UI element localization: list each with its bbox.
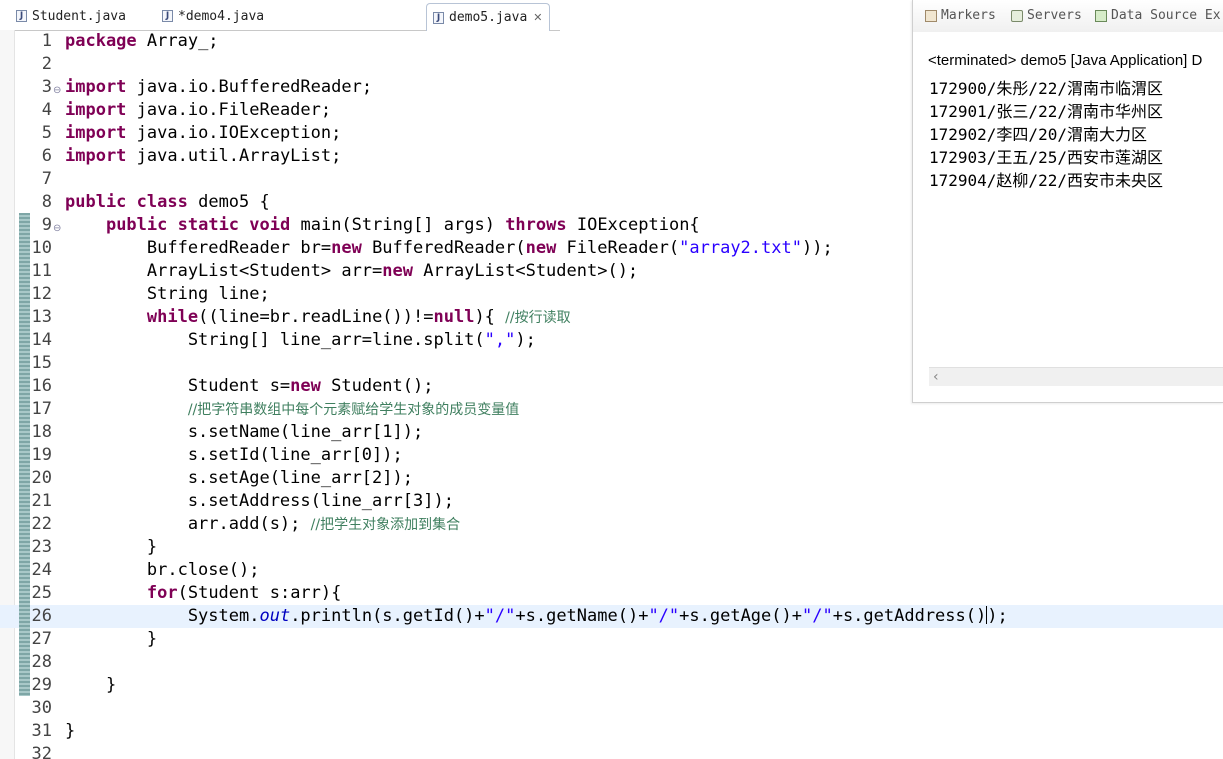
line-number: 6 xyxy=(41,146,52,166)
console-horizontal-scrollbar[interactable]: ‹ xyxy=(929,367,1223,386)
java-file-icon: J xyxy=(433,11,444,24)
tab-label: Student.java xyxy=(32,8,126,24)
code-line[interactable]: 18 s.setName(line_arr[1]); xyxy=(0,421,1223,444)
code-text: br.close(); xyxy=(65,560,260,580)
tab-label: Markers xyxy=(941,8,996,23)
line-number: 32 xyxy=(31,744,52,759)
console-output-line: 172903/王五/25/西安市莲湖区 xyxy=(929,148,1163,167)
code-text: s.setAddress(line_arr[3]); xyxy=(65,491,454,511)
tab-markers[interactable]: Markers xyxy=(925,8,996,23)
code-text: import java.io.BufferedReader; xyxy=(65,77,373,97)
code-line[interactable]: 25 for(Student s:arr){ xyxy=(0,582,1223,605)
code-text: System.out.println(s.getId()+"/"+s.getNa… xyxy=(65,606,1008,626)
code-text: s.setAge(line_arr[2]); xyxy=(65,468,413,488)
servers-icon xyxy=(1011,9,1023,22)
code-line[interactable]: 22 arr.add(s); //把学生对象添加到集合 xyxy=(0,513,1223,536)
tab-servers[interactable]: Servers xyxy=(1011,8,1082,23)
data-source-icon xyxy=(1095,9,1107,22)
code-line[interactable]: 26 System.out.println(s.getId()+"/"+s.ge… xyxy=(0,605,1223,628)
code-text: public class demo5 { xyxy=(65,192,270,212)
code-line[interactable]: 29 } xyxy=(0,674,1223,697)
code-text: String[] line_arr=line.split(","); xyxy=(65,330,536,350)
code-text: import java.io.IOException; xyxy=(65,123,342,143)
line-number: 7 xyxy=(41,169,52,189)
tab-data-source-explorer[interactable]: Data Source Ex xyxy=(1095,8,1221,23)
code-text: BufferedReader br=new BufferedReader(new… xyxy=(65,238,833,258)
console-output-line: 172904/赵柳/22/西安市未央区 xyxy=(929,171,1163,190)
console-output-line: 172900/朱彤/22/渭南市临渭区 xyxy=(929,79,1163,98)
code-text: public static void main(String[] args) t… xyxy=(105,215,700,235)
code-line[interactable]: 23 } xyxy=(0,536,1223,559)
code-line[interactable]: 30 xyxy=(0,697,1223,720)
tab-label: *demo4.java xyxy=(178,8,265,24)
code-line[interactable]: 32 xyxy=(0,743,1223,759)
code-text: } xyxy=(65,721,76,741)
change-marker-bar xyxy=(19,213,30,696)
code-line[interactable]: 28 xyxy=(0,651,1223,674)
tab-label: Servers xyxy=(1027,8,1082,23)
code-text: arr.add(s); //把学生对象添加到集合 xyxy=(65,514,461,534)
line-number: 2 xyxy=(41,54,52,74)
code-text: s.setId(line_arr[0]); xyxy=(65,445,403,465)
code-text: import java.io.FileReader; xyxy=(65,100,332,120)
line-number: 1 xyxy=(41,31,52,51)
code-line[interactable]: 19 s.setId(line_arr[0]); xyxy=(0,444,1223,467)
scroll-left-arrow-icon[interactable]: ‹ xyxy=(933,368,939,386)
line-number: 31 xyxy=(31,721,52,741)
code-line[interactable]: 27 } xyxy=(0,628,1223,651)
code-text: } xyxy=(65,629,158,649)
code-line[interactable]: 24 br.close(); xyxy=(0,559,1223,582)
markers-icon xyxy=(925,9,937,22)
java-file-icon: J xyxy=(162,10,173,22)
editor-tab-bar: J Student.java J *demo4.java J demo5.jav… xyxy=(0,0,560,31)
code-text: ArrayList<Student> arr=new ArrayList<Stu… xyxy=(65,261,639,281)
line-number: 3 xyxy=(41,77,52,97)
code-line[interactable]: 21 s.setAddress(line_arr[3]); xyxy=(0,490,1223,513)
text-caret xyxy=(986,606,988,624)
code-text: } xyxy=(65,675,117,695)
console-output-line: 172901/张三/22/渭南市华州区 xyxy=(929,102,1163,121)
console-panel: Markers Servers Data Source Ex <terminat… xyxy=(912,0,1223,403)
code-text: } xyxy=(65,537,158,557)
code-line[interactable]: 31} xyxy=(0,720,1223,743)
close-tab-icon[interactable]: ✕ xyxy=(533,11,542,24)
tab-label: Data Source Ex xyxy=(1111,8,1221,23)
code-text: Student s=new Student(); xyxy=(65,376,434,396)
code-text: package Array_; xyxy=(65,31,219,51)
tab-demo4-java[interactable]: J *demo4.java xyxy=(162,4,264,28)
console-tab-bar: Markers Servers Data Source Ex xyxy=(913,0,1223,32)
line-number: 4 xyxy=(41,100,52,120)
code-text: while((line=br.readLine())!=null){ //按行读… xyxy=(146,307,571,327)
java-file-icon: J xyxy=(16,10,27,22)
code-text: import java.util.ArrayList; xyxy=(65,146,342,166)
console-output-line: 172902/李四/20/渭南大力区 xyxy=(929,125,1147,144)
line-number: 5 xyxy=(41,123,52,143)
tab-label: demo5.java xyxy=(449,10,528,25)
tab-student-java[interactable]: J Student.java xyxy=(16,4,126,28)
line-number: 30 xyxy=(31,698,52,718)
code-text: for(Student s:arr){ xyxy=(146,583,342,603)
line-number: 8 xyxy=(41,192,52,212)
tab-demo5-java[interactable]: J demo5.java ✕ xyxy=(426,3,550,31)
console-status: <terminated> demo5 [Java Application] D xyxy=(928,52,1203,69)
code-text: s.setName(line_arr[1]); xyxy=(65,422,424,442)
code-line[interactable]: 20 s.setAge(line_arr[2]); xyxy=(0,467,1223,490)
code-text: //把字符串数组中每个元素赋给学生对象的成员变量值 xyxy=(187,402,520,418)
code-text: String line; xyxy=(65,284,270,304)
